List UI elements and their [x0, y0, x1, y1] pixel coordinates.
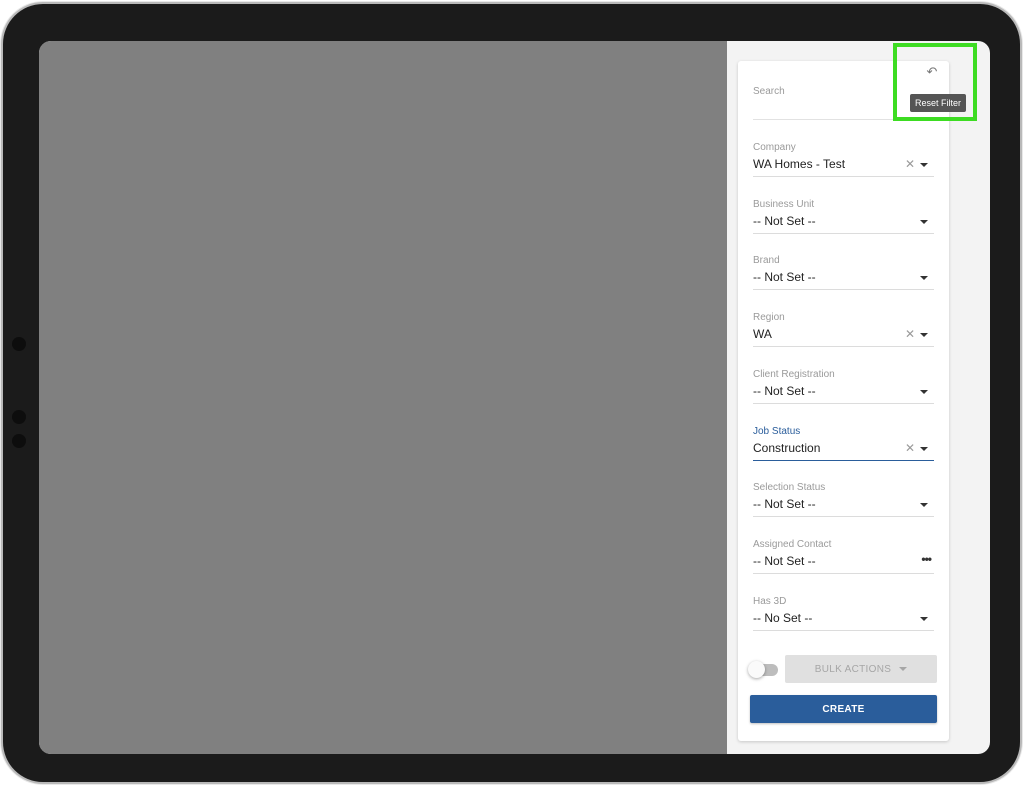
company-value: WA Homes - Test [753, 157, 846, 171]
job-status-select[interactable]: Job Status Construction ✕ [753, 426, 934, 461]
brand-select[interactable]: Brand -- Not Set -- [753, 255, 934, 290]
side-sensor-bottom [12, 434, 26, 448]
more-horizontal-icon[interactable]: ••• [921, 552, 932, 566]
job-status-value: Construction [753, 441, 821, 455]
business-unit-value: -- Not Set -- [753, 214, 816, 228]
client-registration-label: Client Registration [753, 369, 835, 380]
modal-backdrop[interactable] [39, 41, 727, 754]
screen: ↶ Reset Filter Search Company WA Homes -… [39, 41, 990, 754]
filter-panel: ↶ Reset Filter Search Company WA Homes -… [738, 61, 967, 741]
assigned-contact-label: Assigned Contact [753, 539, 832, 550]
has-3d-label: Has 3D [753, 596, 787, 607]
side-sensor-middle [12, 410, 26, 424]
side-sensor-top [12, 337, 26, 351]
bulk-actions-label: BULK ACTIONS [814, 663, 892, 675]
toggle-knob [748, 661, 765, 678]
clear-icon[interactable]: ✕ [905, 157, 915, 171]
region-value: WA [753, 327, 772, 341]
client-registration-value: -- Not Set -- [753, 384, 816, 398]
brand-value: -- Not Set -- [753, 270, 816, 284]
search-label: Search [753, 86, 785, 97]
dropdown-arrow-icon[interactable] [920, 220, 928, 224]
create-button[interactable]: CREATE [750, 695, 937, 723]
region-label: Region [753, 312, 785, 323]
tablet-frame: ↶ Reset Filter Search Company WA Homes -… [3, 4, 1020, 782]
clear-icon[interactable]: ✕ [905, 327, 915, 341]
dropdown-arrow-icon[interactable] [920, 276, 928, 280]
dropdown-arrow-icon [899, 667, 908, 671]
clear-icon[interactable]: ✕ [905, 441, 915, 455]
assigned-contact-select[interactable]: Assigned Contact -- Not Set -- ••• [753, 539, 934, 574]
dropdown-arrow-icon[interactable] [920, 390, 928, 394]
bulk-select-toggle[interactable] [748, 661, 778, 678]
dropdown-arrow-icon[interactable] [920, 503, 928, 507]
selection-status-select[interactable]: Selection Status -- Not Set -- [753, 482, 934, 517]
bulk-actions-button[interactable]: BULK ACTIONS [785, 655, 937, 683]
brand-label: Brand [753, 255, 780, 266]
company-label: Company [753, 142, 796, 153]
has-3d-select[interactable]: Has 3D -- No Set -- [753, 596, 934, 631]
assigned-contact-value: -- Not Set -- [753, 554, 816, 568]
search-field[interactable]: Search [753, 83, 934, 120]
search-input[interactable] [753, 99, 934, 117]
business-unit-label: Business Unit [753, 199, 815, 210]
company-select[interactable]: Company WA Homes - Test ✕ [753, 142, 934, 177]
dropdown-arrow-icon[interactable] [920, 333, 928, 337]
dropdown-arrow-icon[interactable] [920, 447, 928, 451]
undo-icon[interactable]: ↶ [924, 64, 940, 80]
selection-status-value: -- Not Set -- [753, 497, 816, 511]
client-registration-select[interactable]: Client Registration -- Not Set -- [753, 369, 934, 404]
selection-status-label: Selection Status [753, 482, 826, 493]
dropdown-arrow-icon[interactable] [920, 617, 928, 621]
has-3d-value: -- No Set -- [753, 611, 813, 625]
business-unit-select[interactable]: Business Unit -- Not Set -- [753, 199, 934, 234]
dropdown-arrow-icon[interactable] [920, 163, 928, 167]
region-select[interactable]: Region WA ✕ [753, 312, 934, 347]
job-status-label: Job Status [753, 426, 801, 437]
